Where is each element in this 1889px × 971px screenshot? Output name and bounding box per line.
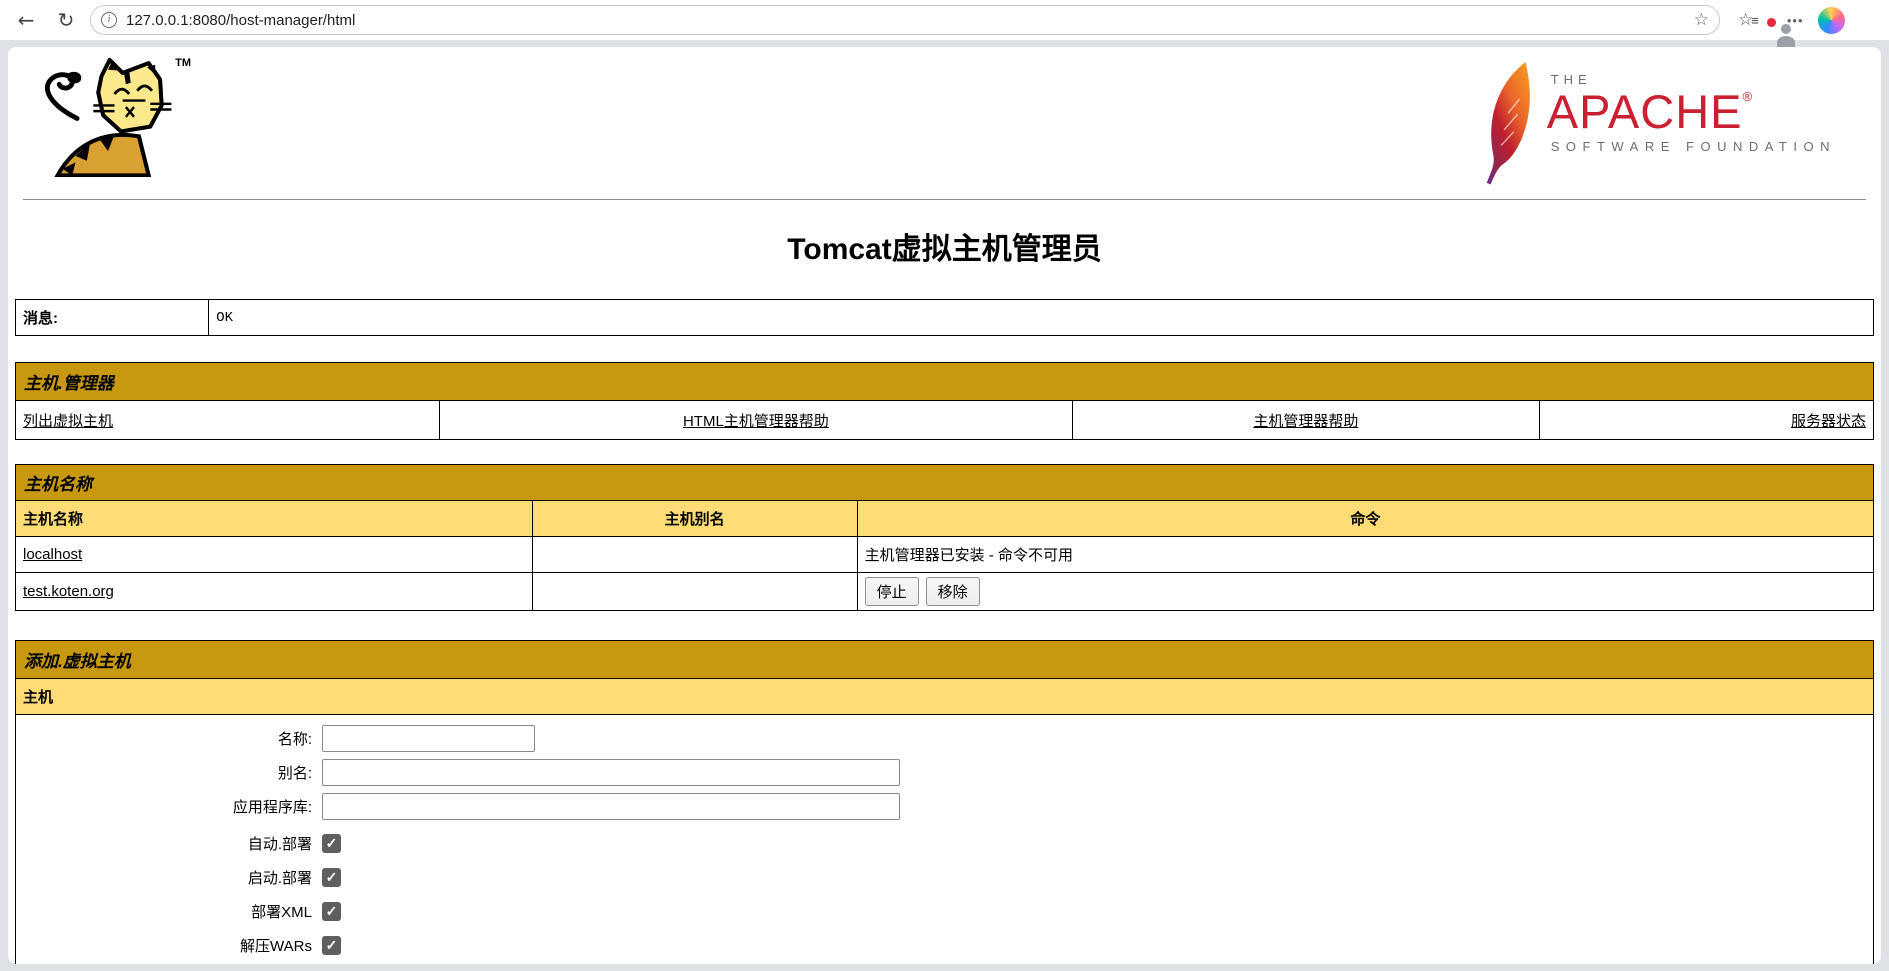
apache-feather-icon (1479, 60, 1537, 186)
message-table: 消息: OK (15, 299, 1874, 336)
link-localhost[interactable]: localhost (23, 546, 82, 563)
link-html-host-manager-help[interactable]: HTML主机管理器帮助 (683, 413, 829, 430)
form-row-app-base: 应用程序库: (16, 793, 1873, 820)
unpack-wars-label: 解压WARs (16, 935, 312, 956)
url-text[interactable]: 127.0.0.1:8080/host-manager/html (126, 12, 1685, 29)
link-test-koten-org[interactable]: test.koten.org (23, 583, 114, 600)
apache-logo[interactable]: THE APACHE ® SOFTWARE FOUNDATION (1479, 60, 1866, 186)
deploy-on-startup-label: 启动.部署 (16, 867, 312, 888)
favorites-lines-glyph: ≡ (1751, 13, 1759, 28)
browser-toolbar: ← ↻ i 127.0.0.1:8080/host-manager/html ☆… (0, 0, 1889, 40)
table-row: test.koten.org 停止 移除 (16, 573, 1874, 611)
deploy-xml-checkbox[interactable]: ✓ (322, 902, 341, 921)
host-aliases-cell (532, 573, 857, 611)
link-server-status[interactable]: 服务器状态 (1791, 413, 1866, 430)
tomcat-trademark: TM (175, 57, 191, 69)
aliases-field[interactable] (322, 759, 900, 786)
column-header-host-aliases: 主机别名 (532, 501, 857, 537)
remove-host-button[interactable]: 移除 (926, 577, 980, 606)
table-row: localhost 主机管理器已安装 - 命令不可用 (16, 537, 1874, 573)
add-section-title: 添加.虚拟主机 (16, 641, 1874, 679)
apache-wordmark: THE APACHE ® SOFTWARE FOUNDATION (1547, 72, 1836, 154)
app-base-label: 应用程序库: (16, 796, 312, 817)
toolbar-right-group: ☆ ≡ ••• (1728, 7, 1833, 34)
favorites-list-icon[interactable]: ☆ ≡ (1738, 10, 1759, 30)
form-row-unpack-wars: 解压WARs ✓ (16, 935, 1873, 956)
page-title: Tomcat虚拟主机管理员 (15, 224, 1874, 268)
auto-deploy-label: 自动.部署 (16, 833, 312, 854)
unpack-wars-checkbox[interactable]: ✓ (322, 936, 341, 955)
web-page: TM THE APACHE (8, 47, 1881, 964)
form-row-deploy-xml: 部署XML ✓ (16, 901, 1873, 922)
site-info-icon[interactable]: i (101, 12, 117, 28)
tomcat-cat-graphic (23, 55, 193, 177)
apache-registered-mark: ® (1743, 89, 1753, 104)
aliases-label: 别名: (16, 762, 312, 783)
hosts-table: 主机名称 主机名称 主机别名 命令 localhost 主机管理器已安装 - 命… (15, 464, 1874, 611)
host-command-cell: 主机管理器已安装 - 命令不可用 (857, 537, 1873, 573)
add-section-subtitle: 主机 (16, 679, 1874, 715)
stop-host-button[interactable]: 停止 (865, 577, 919, 606)
back-button[interactable]: ← (10, 4, 42, 36)
message-row: 消息: OK (16, 300, 1874, 336)
profile-notification-dot (1767, 18, 1776, 27)
deploy-on-startup-checkbox[interactable]: ✓ (322, 868, 341, 887)
message-label: 消息: (16, 300, 209, 336)
form-row-aliases: 别名: (16, 759, 1873, 786)
host-name-cell: localhost (16, 537, 533, 573)
deploy-xml-label: 部署XML (16, 901, 312, 922)
nav-cell: 列出虚拟主机 (16, 401, 440, 440)
refresh-button[interactable]: ↻ (50, 4, 82, 36)
apache-name-text: APACHE (1547, 87, 1743, 137)
hosts-section-title: 主机名称 (16, 465, 1874, 501)
name-label: 名称: (16, 728, 312, 749)
host-aliases-cell (532, 537, 857, 573)
add-host-form: 名称: 别名: 应用程序库: 自动.部署 ✓ 启动.部署 ✓ (16, 715, 1874, 965)
logo-row: TM THE APACHE (15, 55, 1874, 186)
column-header-commands: 命令 (857, 501, 1873, 537)
manager-section-title: 主机.管理器 (16, 363, 1874, 401)
link-host-manager-help[interactable]: 主机管理器帮助 (1253, 413, 1358, 430)
tomcat-logo[interactable]: TM (23, 55, 193, 177)
name-field[interactable] (322, 725, 535, 752)
nav-cell: HTML主机管理器帮助 (439, 401, 1073, 440)
column-header-host-name: 主机名称 (16, 501, 533, 537)
copilot-icon[interactable] (1818, 7, 1845, 34)
app-base-field[interactable] (322, 793, 900, 820)
address-bar[interactable]: i 127.0.0.1:8080/host-manager/html ☆ (90, 5, 1720, 35)
apache-subtitle-text: SOFTWARE FOUNDATION (1551, 139, 1836, 154)
message-value: OK (209, 300, 1874, 336)
form-row-auto-deploy: 自动.部署 ✓ (16, 833, 1873, 854)
link-list-virtual-hosts[interactable]: 列出虚拟主机 (23, 413, 113, 430)
host-name-cell: test.koten.org (16, 573, 533, 611)
nav-cell: 服务器状态 (1539, 401, 1873, 440)
add-virtual-host-table: 添加.虚拟主机 主机 名称: 别名: 应用程序库: 自动.部 (15, 640, 1874, 964)
nav-cell: 主机管理器帮助 (1073, 401, 1539, 440)
form-row-deploy-on-startup: 启动.部署 ✓ (16, 867, 1873, 888)
auto-deploy-checkbox[interactable]: ✓ (322, 834, 341, 853)
bookmark-star-icon[interactable]: ☆ (1694, 10, 1709, 30)
host-command-cell: 停止 移除 (857, 573, 1873, 611)
header-divider (23, 199, 1866, 200)
manager-nav-table: 主机.管理器 列出虚拟主机 HTML主机管理器帮助 主机管理器帮助 服务器状态 (15, 362, 1874, 440)
form-row-name: 名称: (16, 725, 1873, 752)
